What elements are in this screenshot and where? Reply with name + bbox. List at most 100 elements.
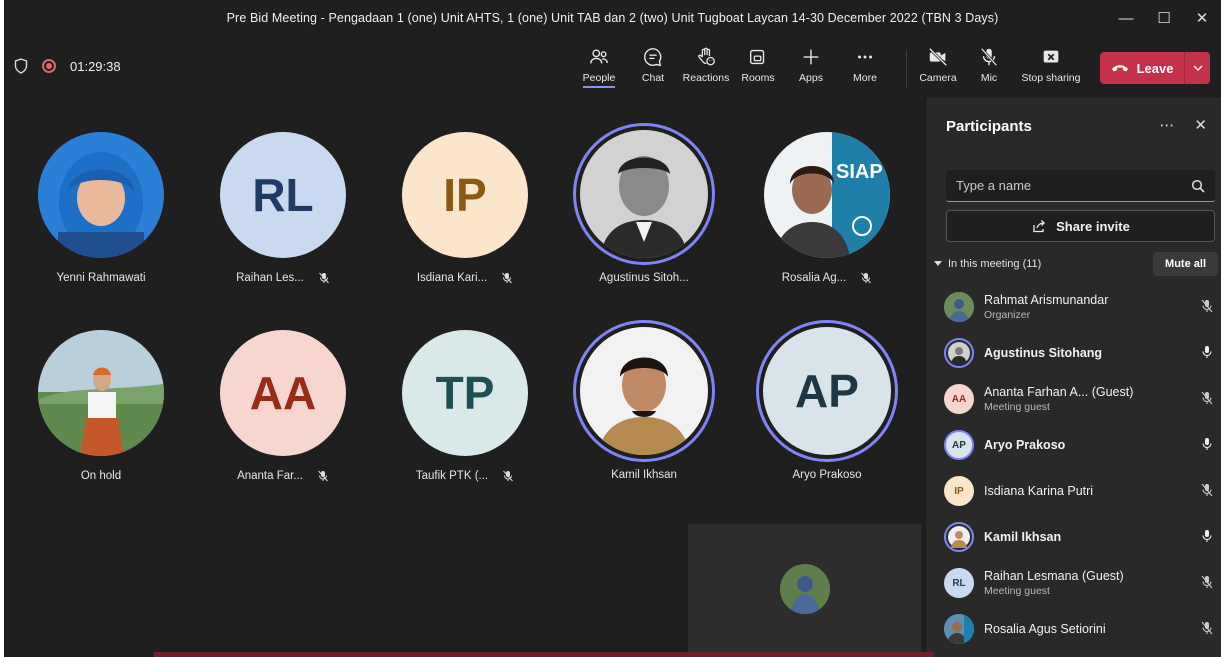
tile-name: Yenni Rahmawati (56, 272, 146, 284)
meeting-timer: 01:29:38 (70, 58, 121, 74)
participant-role: Organizer (984, 309, 1031, 321)
mic-off-icon (319, 272, 329, 284)
apps-button[interactable]: Apps (794, 46, 828, 92)
camera-button[interactable]: Camera (918, 46, 958, 92)
tile-name: Taufik PTK (... (416, 470, 514, 482)
avatar (944, 338, 974, 368)
panel-title: Participants (946, 118, 1032, 135)
maximize-icon[interactable]: ☐ (1145, 0, 1183, 36)
self-avatar (779, 564, 830, 614)
participant-name: Raihan Lesmana (Guest) (984, 569, 1124, 583)
participant-role: Meeting guest (984, 401, 1050, 413)
video-stage: Yenni Rahmawati RL Raihan Les... IP Isdi… (4, 98, 925, 657)
participant-tile[interactable]: Agustinus Sitoh... (559, 123, 729, 284)
tile-name: Isdiana Kari... (417, 272, 513, 284)
participant-tile[interactable]: RL Raihan Les... (198, 132, 368, 284)
tile-name: Rosalia Ag... (782, 272, 873, 284)
share-invite-button[interactable]: Share invite (946, 210, 1215, 242)
minimize-icon[interactable]: — (1107, 0, 1145, 36)
participant-tile[interactable]: TP Taufik PTK (... (380, 330, 550, 482)
mute-all-button[interactable]: Mute all (1153, 252, 1218, 276)
list-item[interactable]: Agustinus Sitohang (944, 330, 1214, 376)
avatar: TP (402, 330, 528, 456)
search-input[interactable] (956, 178, 1191, 193)
mic-button[interactable]: Mic (974, 46, 1004, 92)
list-item[interactable]: IP Isdiana Karina Putri (944, 468, 1214, 514)
mic-on-icon (1202, 530, 1212, 542)
mic-on-icon (1202, 346, 1212, 358)
avatar: SIAP (764, 132, 890, 258)
meeting-status: 01:29:38 (14, 58, 121, 74)
participant-name: Aryo Prakoso (984, 438, 1066, 452)
speaking-ring (573, 123, 715, 265)
mic-on-icon (1202, 438, 1212, 450)
participant-search[interactable] (946, 170, 1215, 202)
svg-text:SIAP: SIAP (836, 161, 883, 183)
camera-off-icon (928, 47, 948, 67)
mic-label: Mic (980, 72, 998, 84)
reactions-label: Reactions (682, 72, 730, 84)
rooms-button[interactable]: Rooms (740, 46, 776, 92)
participant-role: Meeting guest (984, 585, 1050, 597)
mic-off-icon (980, 47, 998, 67)
camera-label: Camera (919, 72, 957, 84)
tile-name: Ananta Far... (237, 470, 329, 482)
chat-button[interactable]: Chat (636, 46, 670, 92)
participant-tile[interactable]: Kamil Ikhsan (559, 320, 729, 481)
leave-label: Leave (1136, 60, 1174, 76)
tile-name: Aryo Prakoso (792, 469, 862, 481)
stop-sharing-button[interactable]: Stop sharing (1016, 46, 1086, 92)
rooms-icon (749, 49, 765, 65)
participant-tile[interactable]: SIAP Rosalia Ag... (742, 132, 912, 284)
window-controls: — ☐ ✕ (1107, 0, 1221, 36)
leave-button[interactable]: Leave (1100, 52, 1210, 84)
more-button[interactable]: More (848, 46, 882, 92)
people-icon (590, 49, 608, 64)
list-item[interactable]: Kamil Ikhsan (944, 514, 1214, 560)
participant-name: Ananta Farhan A... (Guest) (984, 385, 1134, 399)
reactions-button[interactable]: Reactions (682, 46, 730, 92)
panel-actions: ⋯ ✕ (1159, 116, 1207, 134)
list-item[interactable]: RL Raihan Lesmana (Guest) Meeting guest (944, 560, 1214, 606)
participant-name: Rahmat Arismunandar (984, 293, 1109, 307)
close-panel-icon[interactable]: ✕ (1194, 116, 1207, 134)
tile-name: On hold (80, 470, 122, 482)
participant-tile[interactable]: IP Isdiana Kari... (380, 132, 550, 284)
avatar: IP (944, 476, 974, 506)
window-title: Pre Bid Meeting - Pengadaan 1 (one) Unit… (226, 11, 999, 25)
people-button[interactable]: People (582, 46, 616, 92)
leave-main[interactable]: Leave (1100, 61, 1184, 76)
tile-name: Raihan Les... (236, 272, 330, 284)
stop-sharing-label: Stop sharing (1021, 72, 1081, 84)
participant-tile[interactable]: On hold (16, 330, 186, 482)
list-item[interactable]: AP Aryo Prakoso (944, 422, 1214, 468)
teams-meeting-window: Pre Bid Meeting - Pengadaan 1 (one) Unit… (4, 0, 1221, 657)
title-bar: Pre Bid Meeting - Pengadaan 1 (one) Unit… (4, 0, 1221, 36)
avatar: AA (220, 330, 346, 456)
section-toggle[interactable]: In this meeting (11) (934, 258, 1041, 270)
chevron-down-icon (1193, 65, 1202, 71)
leave-dropdown[interactable] (1184, 52, 1210, 84)
self-view[interactable] (688, 524, 921, 654)
avatar: AA (944, 384, 974, 414)
close-icon[interactable]: ✕ (1183, 0, 1221, 36)
list-item[interactable]: Rahmat Arismunandar Organizer (944, 284, 1214, 330)
avatar (38, 132, 164, 258)
avatar (580, 327, 708, 455)
participant-tile[interactable]: Yenni Rahmawati (16, 132, 186, 284)
chat-label: Chat (641, 72, 665, 84)
search-icon[interactable] (1191, 179, 1205, 193)
participant-tile[interactable]: AA Ananta Far... (198, 330, 368, 482)
share-icon (1033, 219, 1046, 232)
participant-tile[interactable]: AP Aryo Prakoso (742, 320, 912, 481)
more-options-icon[interactable]: ⋯ (1159, 116, 1174, 134)
in-meeting-section: In this meeting (11) Mute all (934, 252, 1218, 276)
more-dots-icon (858, 55, 872, 59)
phone-hangup-icon (1111, 65, 1128, 72)
participants-panel: Participants ⋯ ✕ Share invite In this me… (925, 98, 1221, 657)
participant-name: Agustinus Sitohang (984, 346, 1103, 360)
list-item[interactable]: AA Ananta Farhan A... (Guest) Meeting gue… (944, 376, 1214, 422)
mic-off-icon (861, 272, 872, 284)
list-item[interactable]: Rosalia Agus Setiorini (944, 606, 1214, 652)
avatar: RL (220, 132, 346, 258)
